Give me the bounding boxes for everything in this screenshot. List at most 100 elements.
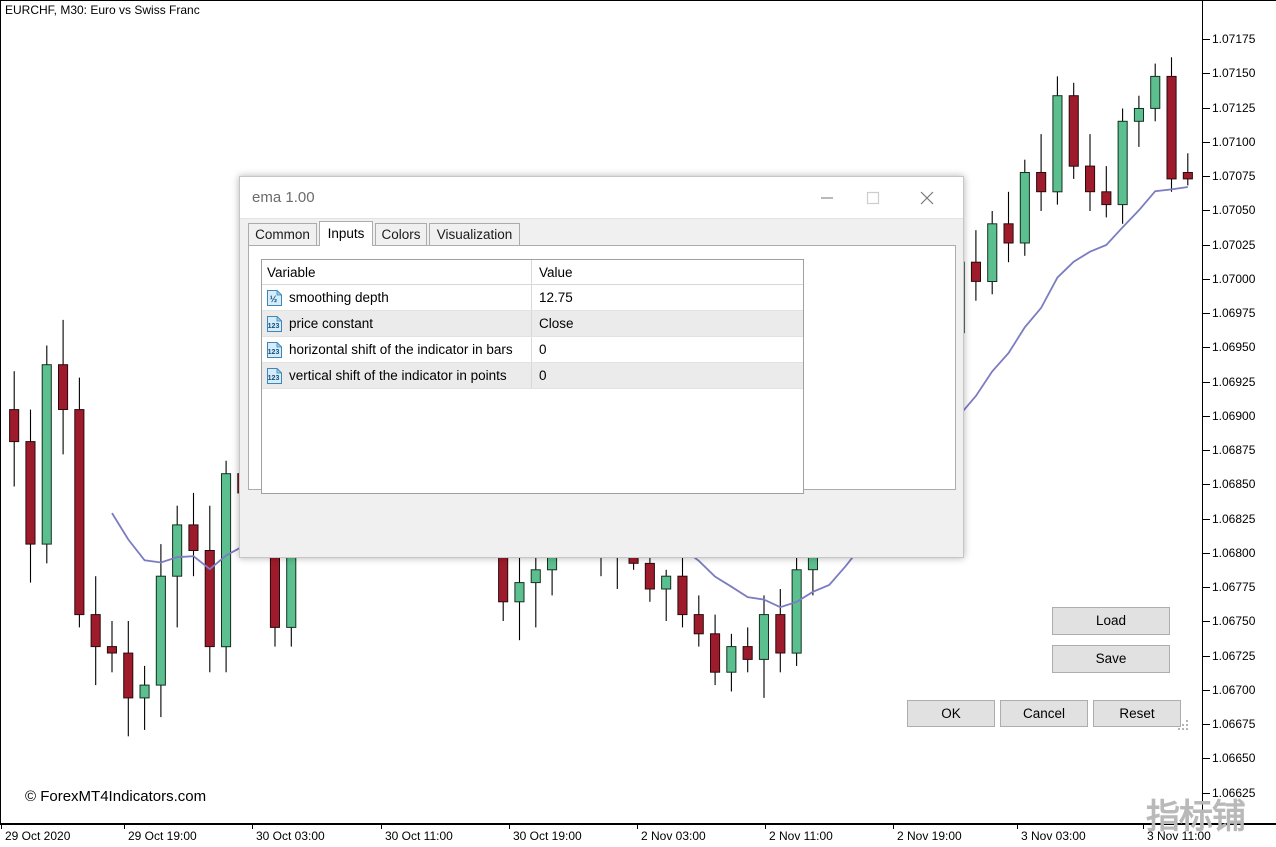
table-header-cell: Value (532, 260, 803, 284)
table-row[interactable]: 123 price constant Close (262, 311, 803, 337)
svg-text:123: 123 (268, 375, 280, 382)
close-button[interactable] (904, 177, 950, 218)
price-tick (1203, 73, 1210, 74)
price-tick-label: 1.06850 (1212, 477, 1255, 491)
price-tick-label: 1.06775 (1212, 580, 1255, 594)
table-header-cell: Variable (262, 260, 532, 284)
time-tick-label: 29 Oct 19:00 (128, 829, 197, 843)
price-tick-label: 1.07125 (1212, 101, 1255, 115)
price-tick (1203, 450, 1210, 451)
close-icon (919, 190, 935, 206)
dialog-tabs[interactable]: CommonInputsColorsVisualization (248, 221, 955, 246)
reset-button[interactable]: Reset (1093, 700, 1181, 727)
price-tick (1203, 621, 1210, 622)
table-row[interactable]: ½ smoothing depth 12.75 (262, 285, 803, 311)
value-cell[interactable]: 12.75 (532, 285, 803, 310)
price-tick (1203, 279, 1210, 280)
maximize-icon (866, 191, 880, 205)
half-fraction-icon: ½ (267, 290, 282, 306)
price-axis[interactable]: 1.071751.071501.071251.071001.070751.070… (1203, 0, 1276, 824)
value-text: Close (539, 316, 574, 331)
variable-cell[interactable]: 123 horizontal shift of the indicator in … (262, 337, 532, 362)
time-tick-label: 30 Oct 03:00 (256, 829, 325, 843)
cancel-button[interactable]: Cancel (1000, 700, 1088, 727)
price-tick-label: 1.07050 (1212, 203, 1255, 217)
table-row[interactable]: 123 vertical shift of the indicator in po… (262, 363, 803, 389)
variable-label: horizontal shift of the indicator in bar… (289, 342, 513, 357)
price-tick-label: 1.07150 (1212, 66, 1255, 80)
price-tick (1203, 176, 1210, 177)
time-tick (765, 825, 766, 829)
price-tick (1203, 108, 1210, 109)
table-row[interactable]: 123 horizontal shift of the indicator in … (262, 337, 803, 363)
price-tick-label: 1.07100 (1212, 135, 1255, 149)
number-123-icon: 123 (267, 342, 282, 358)
svg-text:123: 123 (268, 349, 280, 356)
svg-text:½: ½ (270, 294, 278, 304)
price-tick (1203, 416, 1210, 417)
save-button[interactable]: Save (1052, 645, 1170, 673)
time-tick-label: 2 Nov 03:00 (641, 829, 706, 843)
indicator-properties-dialog[interactable]: ema 1.00 CommonInputsColorsVisualization (239, 176, 964, 558)
tab-common[interactable]: Common (248, 223, 317, 246)
number-123-icon: 123 (267, 316, 282, 332)
price-tick (1203, 656, 1210, 657)
svg-text:123: 123 (268, 323, 280, 330)
time-tick (381, 825, 382, 829)
price-tick-label: 1.06725 (1212, 649, 1255, 663)
time-tick-label: 29 Oct 2020 (5, 829, 70, 843)
price-tick (1203, 587, 1210, 588)
tab-colors[interactable]: Colors (375, 223, 427, 246)
price-tick-label: 1.06975 (1212, 306, 1255, 320)
value-text: 0 (539, 368, 547, 383)
price-tick-label: 1.06800 (1212, 546, 1255, 560)
value-text: 0 (539, 342, 547, 357)
price-tick-label: 1.06900 (1212, 409, 1255, 423)
load-button[interactable]: Load (1052, 607, 1170, 635)
dialog-title: ema 1.00 (252, 189, 315, 206)
value-cell[interactable]: Close (532, 311, 803, 336)
inputs-table[interactable]: Variable Value ½ smoothing depth 12.75 123 pri… (261, 259, 804, 494)
price-tick (1203, 758, 1210, 759)
variable-cell[interactable]: ½ smoothing depth (262, 285, 532, 310)
variable-cell[interactable]: 123 vertical shift of the indicator in po… (262, 363, 532, 388)
variable-label: price constant (289, 316, 373, 331)
resize-grip[interactable] (1178, 720, 1190, 732)
variable-label: smoothing depth (289, 290, 389, 305)
price-tick (1203, 484, 1210, 485)
ok-button[interactable]: OK (907, 700, 995, 727)
column-header: Value (539, 265, 573, 280)
price-tick-label: 1.06650 (1212, 751, 1255, 765)
time-tick (124, 825, 125, 829)
price-tick-label: 1.06825 (1212, 512, 1255, 526)
variable-cell[interactable]: 123 price constant (262, 311, 532, 336)
time-tick (509, 825, 510, 829)
price-tick-label: 1.06675 (1212, 717, 1255, 731)
time-tick (1017, 825, 1018, 829)
price-tick-label: 1.06925 (1212, 375, 1255, 389)
price-tick (1203, 793, 1210, 794)
tab-inputs[interactable]: Inputs (319, 221, 373, 246)
price-tick (1203, 553, 1210, 554)
table-header-row: Variable Value (262, 260, 803, 285)
inputs-tab-panel: Variable Value ½ smoothing depth 12.75 123 pri… (248, 245, 956, 490)
maximize-button[interactable] (850, 177, 896, 218)
price-tick (1203, 39, 1210, 40)
price-tick (1203, 210, 1210, 211)
price-tick-label: 1.07000 (1212, 272, 1255, 286)
price-tick-label: 1.06950 (1212, 340, 1255, 354)
tab-visualization[interactable]: Visualization (429, 223, 520, 246)
time-tick (252, 825, 253, 829)
value-text: 12.75 (539, 290, 573, 305)
variable-label: vertical shift of the indicator in point… (289, 368, 507, 383)
time-tick-label: 30 Oct 11:00 (385, 829, 453, 843)
price-tick-label: 1.07175 (1212, 32, 1255, 46)
value-cell[interactable]: 0 (532, 363, 803, 388)
time-axis[interactable]: 29 Oct 2020 29 Oct 19:00 30 Oct 03:00 30 Oc… (0, 824, 1276, 847)
minimize-button[interactable] (804, 177, 850, 218)
value-cell[interactable]: 0 (532, 337, 803, 362)
dialog-titlebar[interactable]: ema 1.00 (240, 177, 963, 219)
number-123-icon: 123 (267, 368, 282, 384)
price-tick (1203, 724, 1210, 725)
price-tick-label: 1.06875 (1212, 443, 1255, 457)
